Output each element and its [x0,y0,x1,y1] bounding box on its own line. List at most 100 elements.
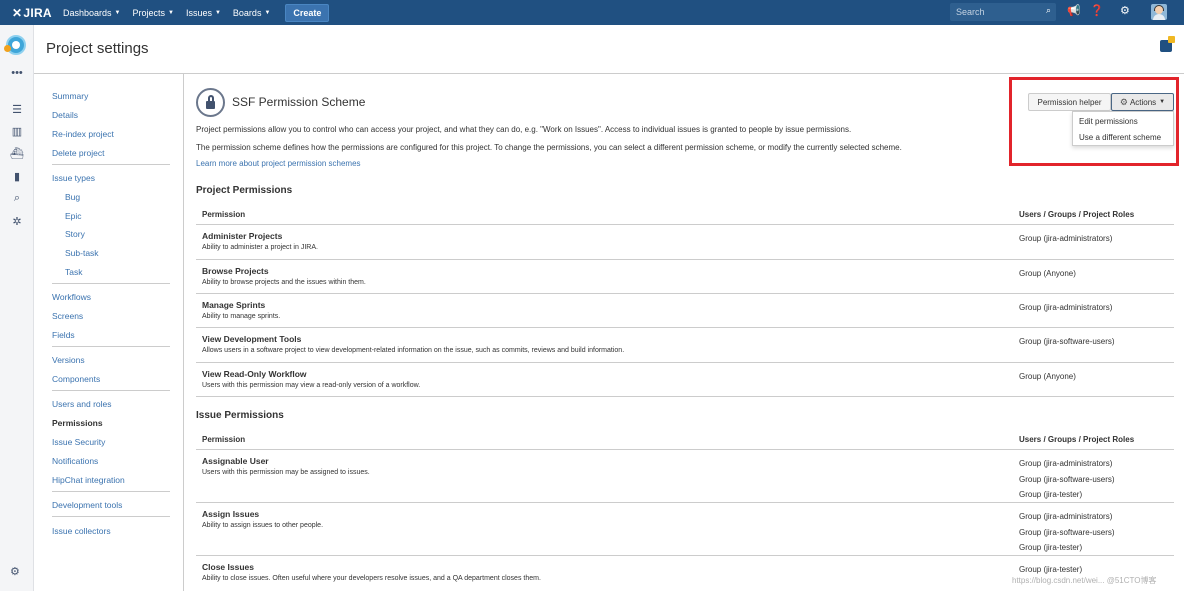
column-header-permission: Permission [202,435,246,444]
sidebar-item-summary[interactable]: Summary [52,91,88,101]
permission-description: Ability to assign issues to other people… [202,522,324,529]
nav-boards-menu[interactable]: Boards ▼ [230,0,273,25]
more-icon[interactable]: ••• [10,67,24,79]
nav-boards-label: Boards [232,7,262,18]
gear-icon[interactable]: ⚙ [1120,4,1130,17]
search-icon: ⌕ [1045,5,1051,15]
project-avatar-badge [4,45,11,52]
sidebar-item-users-and-roles[interactable]: Users and roles [52,399,112,409]
sidebar-item-hipchat[interactable]: HipChat integration [52,475,125,485]
table-row: Browse Projects Ability to browse projec… [196,260,1174,294]
table-row: View Development Tools Allows users in a… [196,328,1174,363]
project-permissions-table-header: Permission Users / Groups / Project Role… [196,203,1174,225]
holder: Group (jira-software-users) [1019,527,1115,537]
releases-icon[interactable]: ⛴ [10,147,24,160]
sidebar-item-reindex[interactable]: Re-index project [52,129,114,139]
backlog-icon[interactable]: ☰ [10,103,24,116]
project-permissions-heading: Project Permissions [196,185,293,196]
sidebar-item-story[interactable]: Story [65,229,85,239]
holder: Group (jira-administrators) [1019,512,1113,521]
permission-holders: Group (jira-administrators) Group (jira-… [1019,456,1115,503]
permission-name: Assign Issues [202,509,260,519]
sidebar-divider [52,516,170,517]
sidebar-item-epic[interactable]: Epic [65,211,82,221]
permission-holders: Group (Anyone) [1019,266,1076,282]
sidebar-divider [52,164,170,165]
permission-holders: Group (jira-administrators) [1019,231,1112,247]
permission-description: Users with this permission may be assign… [202,469,370,476]
sidebar-item-notifications[interactable]: Notifications [52,456,98,466]
main-content: SSF Permission Scheme Permission helper … [184,74,1184,591]
table-row: View Read-Only Workflow Users with this … [196,363,1174,397]
sidebar-divider [52,390,170,391]
column-header-holders: Users / Groups / Project Roles [1019,435,1135,444]
holder: Group (jira-software-users) [1019,337,1115,346]
search-placeholder: Search [956,7,985,17]
permission-name: Manage Sprints [202,300,266,310]
project-rail: ••• ☰ ▥ ⛴ ▮ ⌕ ✲ ⚙ [0,25,34,591]
permission-name: View Development Tools [202,334,302,344]
sidebar-item-issue-collectors[interactable]: Issue collectors [52,526,111,536]
sidebar-item-task[interactable]: Task [65,267,82,277]
sidebar-item-details[interactable]: Details [52,110,78,120]
nav-issues-menu[interactable]: Issues ▼ [183,0,224,25]
megaphone-icon[interactable]: 📢 [1067,4,1081,17]
annotation-highlight-box [1009,77,1179,166]
permission-description: Ability to browse projects and the issue… [202,279,366,286]
search-input[interactable]: Search ⌕ [950,3,1056,21]
nav-projects-menu[interactable]: Projects ▼ [129,0,176,25]
sidebar-item-fields[interactable]: Fields [52,330,75,340]
sidebar-item-versions[interactable]: Versions [52,355,85,365]
permission-holders: Group (jira-software-users) [1019,334,1115,350]
permission-name: View Read-Only Workflow [202,369,307,379]
nav-projects-label: Projects [132,7,165,18]
sidebar-divider [52,346,170,347]
sidebar-item-components[interactable]: Components [52,374,100,384]
top-navigation-bar: ✕ JIRA Dashboards ▼ Projects ▼ Issues ▼ Boa… [0,0,1184,25]
sidebar-item-development-tools[interactable]: Development tools [52,500,122,510]
sidebar-item-subtask[interactable]: Sub-task [65,248,99,258]
permission-description: Ability to close issues. Often useful wh… [202,575,541,582]
help-icon[interactable]: ❓ [1090,4,1104,17]
jira-logo[interactable]: ✕ JIRA [12,6,54,20]
sidebar-item-delete-project[interactable]: Delete project [52,148,104,158]
holder: Group (Anyone) [1019,269,1076,278]
table-row: Administer Projects Ability to administe… [196,225,1174,260]
components-icon[interactable]: ✲ [10,215,24,228]
chevron-down-icon: ▼ [214,9,221,16]
page-title: Project settings [46,40,149,57]
column-header-permission: Permission [202,210,246,219]
permission-name: Browse Projects [202,266,269,276]
user-avatar[interactable] [1151,4,1167,20]
holder: Group (Anyone) [1019,372,1076,381]
sidebar-item-workflows[interactable]: Workflows [52,292,91,302]
sidebar-item-screens[interactable]: Screens [52,311,83,321]
table-row: Assignable User Users with this permissi… [196,450,1174,503]
sidebar-divider [52,491,170,492]
learn-more-link[interactable]: Learn more about project permission sche… [196,159,361,168]
nav-dashboards-menu[interactable]: Dashboards ▼ [60,0,123,25]
reports-icon[interactable]: ▮ [10,170,24,183]
sidebar-item-permissions[interactable]: Permissions [52,418,103,428]
chevron-down-icon: ▼ [168,9,174,16]
column-header-holders: Users / Groups / Project Roles [1019,210,1135,219]
chevron-down-icon: ▼ [264,9,271,16]
permission-holders: Group (jira-administrators) Group (jira-… [1019,509,1115,556]
settings-sidebar: Summary Details Re-index project Delete … [34,74,184,591]
sidebar-item-issue-security[interactable]: Issue Security [52,437,105,447]
permission-name: Close Issues [202,562,254,572]
issue-permissions-heading: Issue Permissions [196,410,284,421]
holder: Group (jira-tester) [1019,543,1083,553]
holder: Group (jira-tester) [1019,490,1083,500]
sidebar-item-issue-types[interactable]: Issue types [52,173,95,183]
holder: Group (jira-administrators) [1019,303,1113,312]
page-header: Project settings [34,25,1184,74]
watermark: https://blog.csdn.net/wei... @51CTO博客 [1012,576,1157,585]
project-settings-gear-icon[interactable]: ⚙ [10,565,20,578]
sidebar-divider [52,283,170,284]
issues-search-icon[interactable]: ⌕ [10,192,24,205]
sidebar-item-bug[interactable]: Bug [65,192,80,202]
feedback-icon[interactable] [1160,36,1175,52]
create-button[interactable]: Create [285,3,330,22]
board-icon[interactable]: ▥ [10,125,24,138]
